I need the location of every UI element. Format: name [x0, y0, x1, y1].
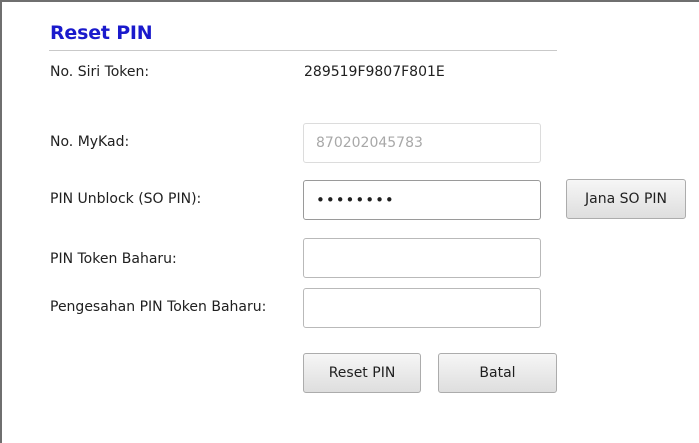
confirm-pin-field[interactable]: [303, 288, 541, 328]
token-serial-label: No. Siri Token:: [50, 64, 150, 80]
token-serial-value: 289519F9807F801E: [304, 64, 445, 80]
cancel-button[interactable]: Batal: [438, 353, 557, 393]
mykad-field: [303, 123, 541, 163]
reset-pin-panel: Reset PIN No. Siri Token: 289519F9807F80…: [0, 0, 699, 443]
so-pin-field[interactable]: [303, 180, 541, 220]
new-pin-field[interactable]: [303, 238, 541, 278]
page-title: Reset PIN: [50, 22, 153, 44]
title-divider: [49, 50, 557, 51]
so-pin-label: PIN Unblock (SO PIN):: [50, 191, 202, 207]
new-pin-label: PIN Token Baharu:: [50, 251, 177, 267]
mykad-label: No. MyKad:: [50, 134, 130, 150]
generate-so-pin-button[interactable]: Jana SO PIN: [566, 179, 686, 219]
reset-pin-button[interactable]: Reset PIN: [303, 353, 421, 393]
confirm-pin-label: Pengesahan PIN Token Baharu:: [50, 299, 267, 315]
